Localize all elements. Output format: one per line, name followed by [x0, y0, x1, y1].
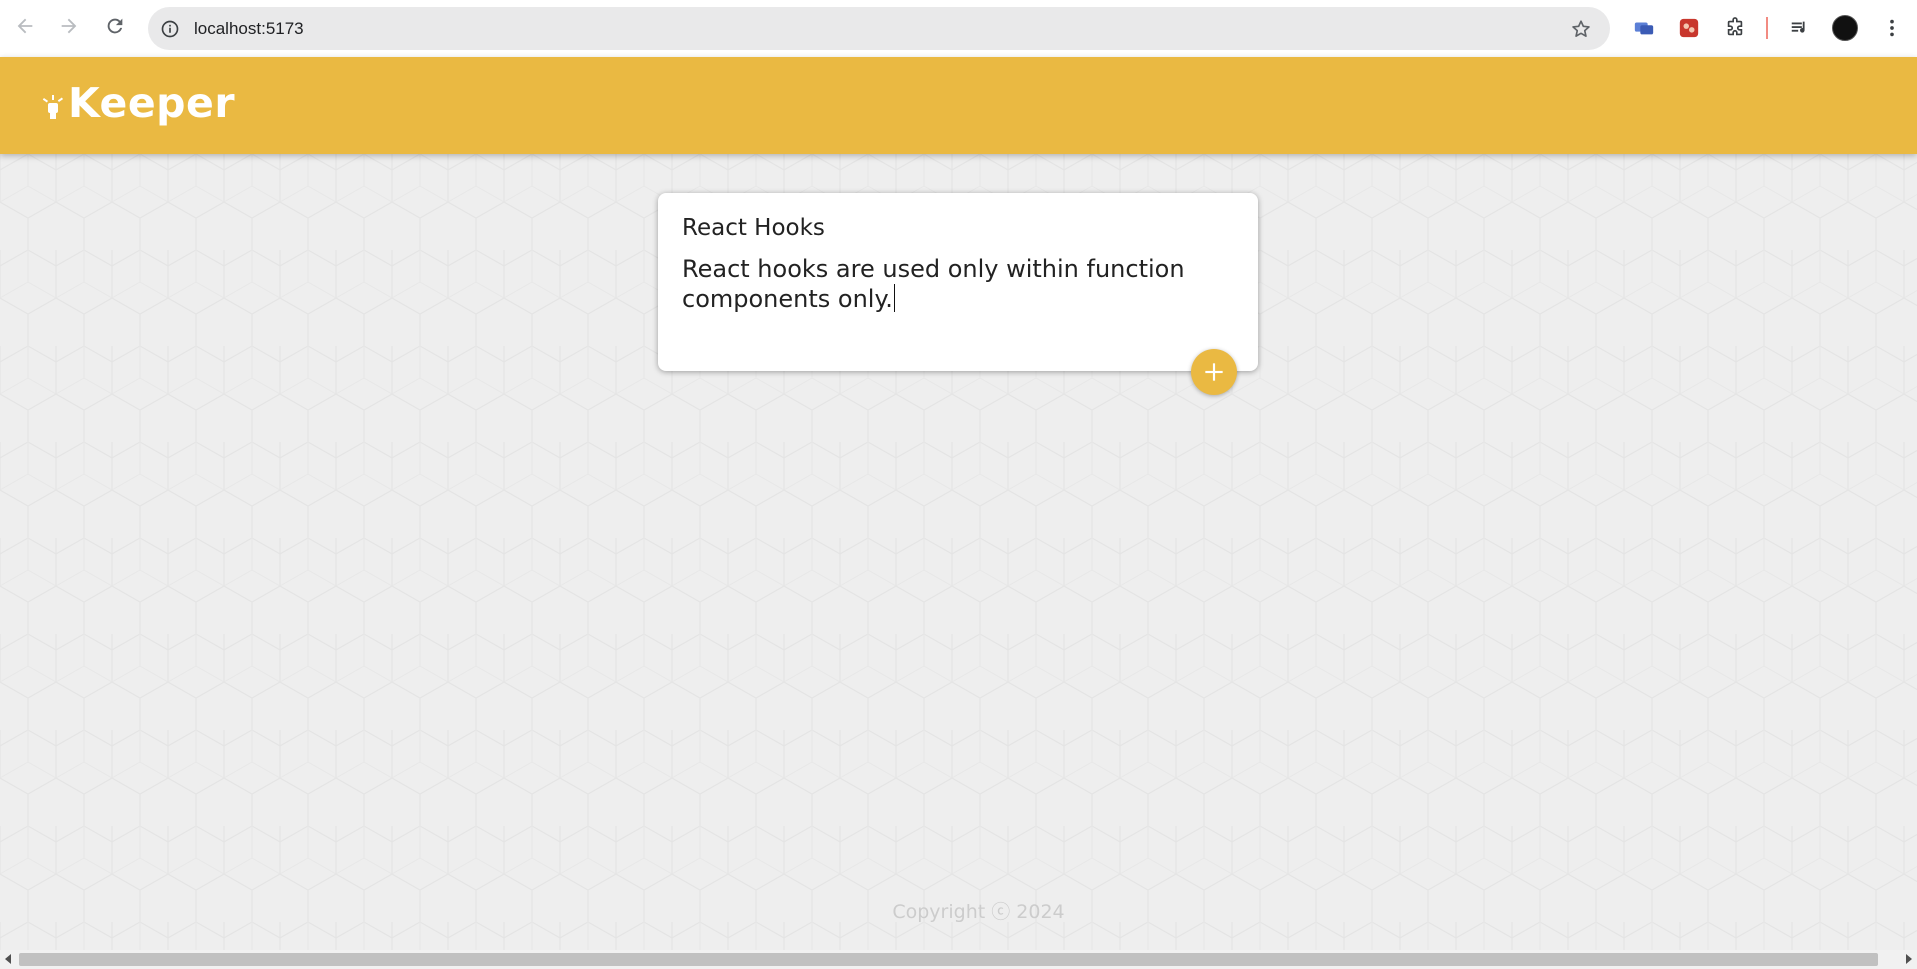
media-controls-icon[interactable] — [1785, 13, 1815, 43]
app-header: Keeper — [0, 57, 1917, 154]
plus-icon — [1205, 363, 1223, 381]
scroll-left-arrow-icon[interactable] — [5, 954, 11, 964]
scroll-right-arrow-icon[interactable] — [1906, 954, 1912, 964]
extensions-puzzle-icon[interactable] — [1720, 13, 1750, 43]
site-info-icon[interactable] — [156, 15, 184, 43]
extension-chat-icon[interactable] — [1629, 13, 1659, 43]
profile-avatar[interactable] — [1832, 15, 1858, 41]
note-content-text: React hooks are used only within functio… — [682, 255, 1185, 313]
toolbar-separator — [1766, 17, 1768, 39]
browser-toolbar: localhost:5173 — [0, 0, 1917, 57]
arrow-right-icon — [61, 18, 77, 34]
footer-copyright: Copyright ⓒ 2024 — [892, 901, 1065, 923]
url-text[interactable]: localhost:5173 — [194, 19, 304, 39]
add-note-button[interactable] — [1191, 349, 1237, 395]
reload-icon — [107, 18, 123, 34]
note-content-textarea[interactable]: React hooks are used only within functio… — [682, 255, 1222, 314]
create-note-form: React Hooks React hooks are used only wi… — [658, 193, 1258, 371]
reload-button[interactable] — [101, 12, 129, 40]
note-title-input[interactable]: React Hooks — [682, 215, 1222, 241]
horizontal-scrollbar[interactable] — [0, 950, 1917, 969]
chrome-menu-icon[interactable] — [1877, 13, 1907, 43]
address-bar[interactable]: localhost:5173 — [148, 7, 1610, 50]
bookmark-star-icon[interactable] — [1568, 16, 1594, 42]
arrow-left-icon — [17, 18, 33, 34]
lightbulb-icon — [42, 95, 64, 119]
text-caret — [893, 284, 896, 312]
forward-button[interactable] — [55, 12, 83, 40]
app-title: Keeper — [68, 79, 236, 127]
extension-red-icon[interactable] — [1674, 13, 1704, 43]
scrollbar-thumb[interactable] — [19, 953, 1878, 966]
main-content: React Hooks React hooks are used only wi… — [0, 154, 1917, 950]
back-button[interactable] — [11, 12, 39, 40]
